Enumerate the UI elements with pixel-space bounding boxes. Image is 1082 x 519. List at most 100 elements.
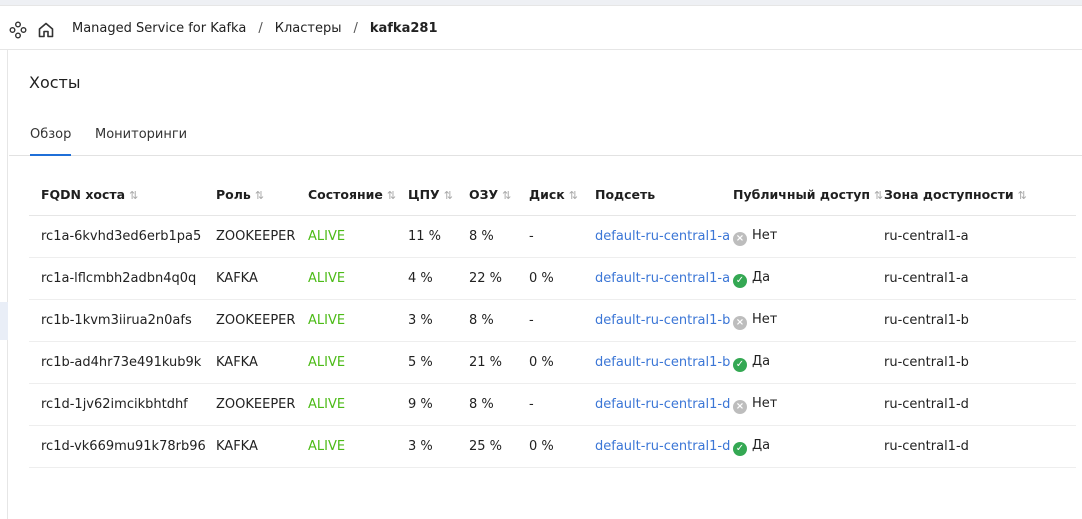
host-state: ALIVE bbox=[308, 425, 408, 468]
breadcrumb-item-clusters[interactable]: Кластеры bbox=[275, 21, 342, 36]
host-fqdn: rc1b-1kvm3iirua2n0afs bbox=[29, 299, 216, 342]
host-public-access: × Нет bbox=[733, 299, 884, 342]
host-disk: 0 % bbox=[529, 257, 595, 300]
host-public-access: × Нет bbox=[733, 215, 884, 258]
host-ram: 21 % bbox=[469, 341, 529, 384]
header-bar: Managed Service for Kafka / Кластеры / k… bbox=[0, 5, 1082, 50]
breadcrumb-separator: / bbox=[258, 21, 263, 36]
column-header-disk[interactable]: Диск ⇅ bbox=[529, 173, 595, 216]
host-subnet-link[interactable]: default-ru-central1-a bbox=[595, 215, 733, 258]
table-header-row: FQDN хоста ⇅ Роль ⇅ Состояние ⇅ ЦПУ ⇅ ОЗУ ⇅ Д… bbox=[29, 173, 1076, 216]
tab-monitoring[interactable]: Мониторинги bbox=[95, 127, 187, 154]
host-fqdn: rc1b-ad4hr73e491kub9k bbox=[29, 341, 216, 384]
host-ram: 8 % bbox=[469, 215, 529, 258]
host-ram: 25 % bbox=[469, 425, 529, 468]
host-role: KAFKA bbox=[216, 425, 308, 468]
host-cpu: 5 % bbox=[408, 341, 469, 384]
column-header-subnet: Подсеть bbox=[595, 173, 733, 216]
host-cpu: 3 % bbox=[408, 299, 469, 342]
host-ram: 22 % bbox=[469, 257, 529, 300]
host-zone: ru-central1-a bbox=[884, 215, 1076, 258]
left-rail-active-marker bbox=[0, 302, 8, 340]
public-no-icon: × bbox=[733, 231, 747, 246]
sort-icon[interactable]: ⇅ bbox=[387, 189, 396, 202]
host-subnet-link[interactable]: default-ru-central1-a bbox=[595, 257, 733, 300]
host-fqdn: rc1a-6kvhd3ed6erb1pa5 bbox=[29, 215, 216, 258]
column-header-zone[interactable]: Зона доступности ⇅ bbox=[884, 173, 1076, 216]
sort-icon[interactable]: ⇅ bbox=[255, 189, 264, 202]
host-subnet-link[interactable]: default-ru-central1-d bbox=[595, 383, 733, 426]
host-state: ALIVE bbox=[308, 257, 408, 300]
table-row[interactable]: rc1d-1jv62imcikbhtdhf ZOOKEEPER ALIVE 9 … bbox=[29, 383, 1076, 426]
breadcrumb: Managed Service for Kafka / Кластеры / k… bbox=[72, 6, 438, 51]
column-header-ram[interactable]: ОЗУ ⇅ bbox=[469, 173, 529, 216]
host-ram: 8 % bbox=[469, 299, 529, 342]
page-title: Хосты bbox=[29, 73, 81, 92]
host-cpu: 9 % bbox=[408, 383, 469, 426]
host-state: ALIVE bbox=[308, 341, 408, 384]
tab-overview[interactable]: Обзор bbox=[30, 127, 72, 156]
public-yes-icon: ✓ bbox=[733, 357, 747, 372]
host-cpu: 4 % bbox=[408, 257, 469, 300]
breadcrumb-current: kafka281 bbox=[369, 21, 438, 36]
column-header-public-access[interactable]: Публичный доступ ⇅ bbox=[733, 173, 884, 216]
host-zone: ru-central1-d bbox=[884, 383, 1076, 426]
host-disk: 0 % bbox=[529, 341, 595, 384]
home-icon[interactable] bbox=[36, 20, 56, 40]
sort-icon[interactable]: ⇅ bbox=[129, 189, 138, 202]
tab-bar: Обзор Мониторинги bbox=[9, 120, 1082, 156]
host-subnet-link[interactable]: default-ru-central1-b bbox=[595, 341, 733, 384]
host-role: KAFKA bbox=[216, 257, 308, 300]
sort-icon[interactable]: ⇅ bbox=[569, 189, 578, 202]
table-row[interactable]: rc1a-6kvhd3ed6erb1pa5 ZOOKEEPER ALIVE 11… bbox=[29, 215, 1076, 258]
column-header-cpu[interactable]: ЦПУ ⇅ bbox=[408, 173, 469, 216]
host-fqdn: rc1a-lflcmbh2adbn4q0q bbox=[29, 257, 216, 300]
table-row[interactable]: rc1b-1kvm3iirua2n0afs ZOOKEEPER ALIVE 3 … bbox=[29, 299, 1076, 342]
public-yes-icon: ✓ bbox=[733, 273, 747, 288]
host-role: KAFKA bbox=[216, 341, 308, 384]
host-ram: 8 % bbox=[469, 383, 529, 426]
host-state: ALIVE bbox=[308, 383, 408, 426]
host-disk: - bbox=[529, 383, 595, 426]
host-disk: - bbox=[529, 299, 595, 342]
host-public-access: × Нет bbox=[733, 383, 884, 426]
host-state: ALIVE bbox=[308, 299, 408, 342]
host-cpu: 3 % bbox=[408, 425, 469, 468]
table-row[interactable]: rc1d-vk669mu91k78rb96 KAFKA ALIVE 3 % 25… bbox=[29, 425, 1076, 468]
host-zone: ru-central1-b bbox=[884, 299, 1076, 342]
host-zone: ru-central1-a bbox=[884, 257, 1076, 300]
host-role: ZOOKEEPER bbox=[216, 383, 308, 426]
host-zone: ru-central1-d bbox=[884, 425, 1076, 468]
table-row[interactable]: rc1b-ad4hr73e491kub9k KAFKA ALIVE 5 % 21… bbox=[29, 341, 1076, 384]
breadcrumb-item-service[interactable]: Managed Service for Kafka bbox=[72, 21, 246, 36]
column-header-state[interactable]: Состояние ⇅ bbox=[308, 173, 408, 216]
host-disk: - bbox=[529, 215, 595, 258]
host-public-access: ✓ Да bbox=[733, 425, 884, 468]
left-rail bbox=[0, 50, 8, 519]
public-no-icon: × bbox=[733, 399, 747, 414]
host-role: ZOOKEEPER bbox=[216, 215, 308, 258]
public-yes-icon: ✓ bbox=[733, 441, 747, 456]
host-cpu: 11 % bbox=[408, 215, 469, 258]
column-header-fqdn[interactable]: FQDN хоста ⇅ bbox=[29, 173, 216, 216]
host-subnet-link[interactable]: default-ru-central1-b bbox=[595, 299, 733, 342]
host-public-access: ✓ Да bbox=[733, 257, 884, 300]
host-disk: 0 % bbox=[529, 425, 595, 468]
host-zone: ru-central1-b bbox=[884, 341, 1076, 384]
host-state: ALIVE bbox=[308, 215, 408, 258]
host-fqdn: rc1d-1jv62imcikbhtdhf bbox=[29, 383, 216, 426]
sort-icon[interactable]: ⇅ bbox=[874, 189, 883, 202]
public-no-icon: × bbox=[733, 315, 747, 330]
host-fqdn: rc1d-vk669mu91k78rb96 bbox=[29, 425, 216, 468]
breadcrumb-separator: / bbox=[353, 21, 358, 36]
host-public-access: ✓ Да bbox=[733, 341, 884, 384]
column-header-role[interactable]: Роль ⇅ bbox=[216, 173, 308, 216]
host-subnet-link[interactable]: default-ru-central1-d bbox=[595, 425, 733, 468]
service-icon[interactable] bbox=[9, 21, 27, 39]
table-row[interactable]: rc1a-lflcmbh2adbn4q0q KAFKA ALIVE 4 % 22… bbox=[29, 257, 1076, 300]
host-role: ZOOKEEPER bbox=[216, 299, 308, 342]
sort-icon[interactable]: ⇅ bbox=[1018, 189, 1027, 202]
sort-icon[interactable]: ⇅ bbox=[444, 189, 453, 202]
sort-icon[interactable]: ⇅ bbox=[502, 189, 511, 202]
hosts-table: FQDN хоста ⇅ Роль ⇅ Состояние ⇅ ЦПУ ⇅ ОЗУ ⇅ Д… bbox=[29, 173, 1076, 468]
